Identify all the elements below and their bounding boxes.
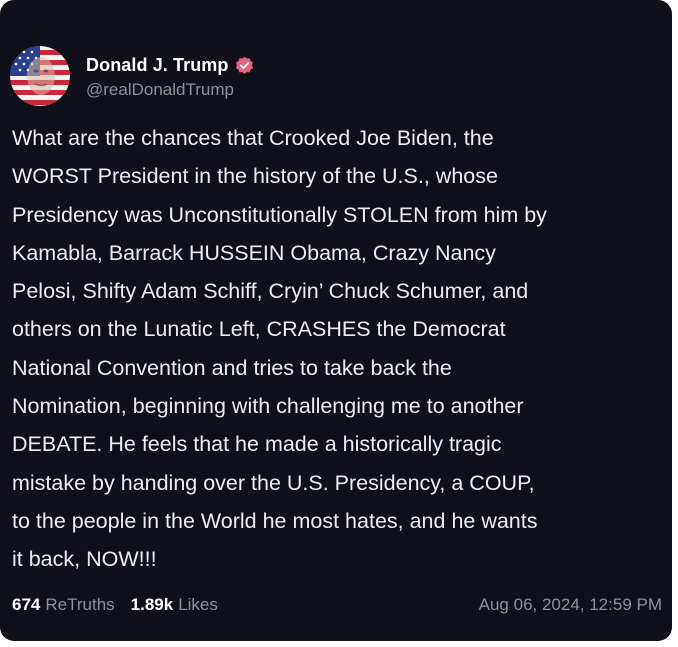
post-footer: 674 ReTruths 1.89k Likes Aug 06, 2024, 1… — [12, 591, 662, 619]
retruths-label[interactable]: ReTruths — [45, 595, 114, 615]
name-row: Donald J. Trump — [86, 52, 254, 78]
likes-label[interactable]: Likes — [178, 595, 218, 615]
user-handle[interactable]: @realDonaldTrump — [86, 80, 254, 100]
retruths-count[interactable]: 674 — [12, 595, 40, 615]
avatar-flag-portrait-icon — [10, 46, 70, 106]
post-header: Donald J. Trump @realDonaldTrump — [10, 46, 254, 106]
post-card: Donald J. Trump @realDonaldTrump What ar… — [0, 0, 672, 641]
display-name[interactable]: Donald J. Trump — [86, 55, 229, 76]
likes-count[interactable]: 1.89k — [131, 595, 174, 615]
avatar[interactable] — [10, 46, 70, 106]
post-stats: 674 ReTruths 1.89k Likes — [12, 595, 218, 615]
post-body-text: What are the chances that Crooked Joe Bi… — [12, 126, 547, 572]
verified-badge-icon — [235, 56, 254, 75]
post-timestamp[interactable]: Aug 06, 2024, 12:59 PM — [479, 595, 662, 615]
author-names: Donald J. Trump @realDonaldTrump — [86, 52, 254, 100]
